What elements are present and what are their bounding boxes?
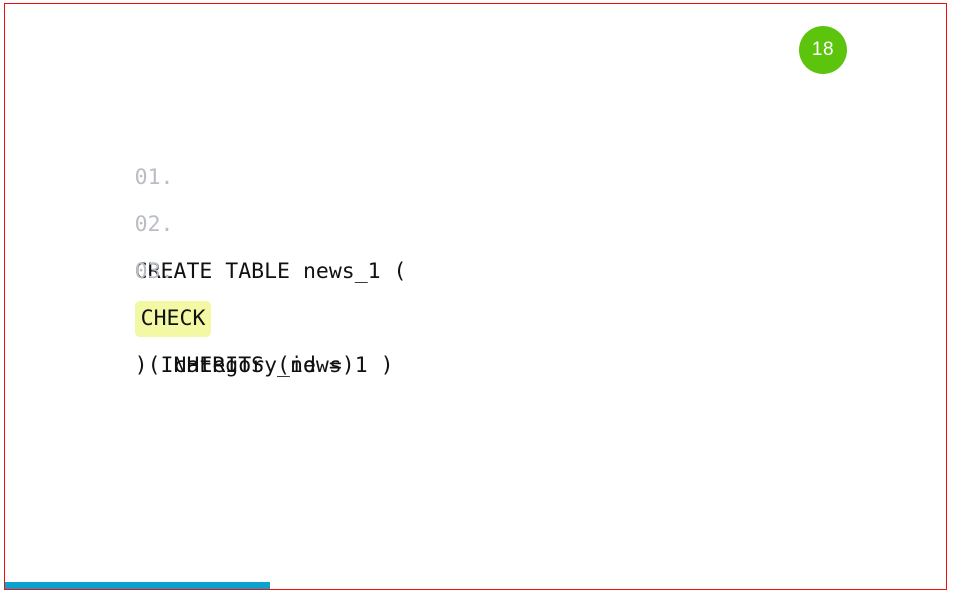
code-line: 02. CHECK ( category_id = 1 )	[57, 154, 857, 378]
slide-canvas: 18 01. CREATE TABLE news_1 ( 02. CHECK (…	[4, 3, 947, 590]
slide-progress-fill	[5, 582, 270, 589]
code-highlight-check: CHECK	[134, 301, 212, 337]
code-line: 03. ) INHERITS (news)	[57, 201, 857, 378]
slide-number-badge: 18	[799, 26, 847, 74]
code-line: 01. CREATE TABLE news_1 (	[57, 107, 857, 284]
code-block: 01. CREATE TABLE news_1 ( 02. CHECK ( ca…	[57, 107, 857, 378]
line-number: 03.	[134, 259, 174, 284]
code-text: ) INHERITS (news)	[134, 353, 355, 378]
line-number: 01.	[134, 165, 174, 190]
line-number: 02.	[134, 212, 174, 237]
slide-progress-track[interactable]	[5, 582, 945, 589]
